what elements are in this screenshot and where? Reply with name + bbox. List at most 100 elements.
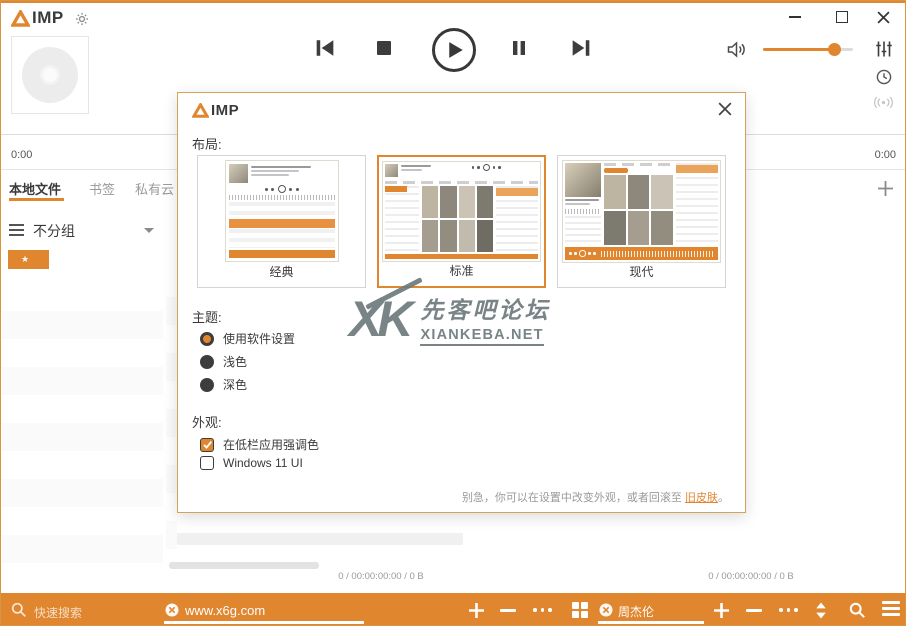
menu-hamburger-icon[interactable] — [882, 601, 900, 619]
dialog-aimp-logo: IMP — [192, 102, 239, 119]
playlist-status-right: 0 / 00:00:00:00 / 0 B — [671, 571, 831, 582]
dialog-footer-note: 别急，你可以在设置中改变外观，或者回滚至 旧皮肤。 — [462, 489, 729, 505]
chevron-down-icon[interactable] — [144, 228, 154, 233]
pause-button[interactable] — [511, 40, 527, 56]
checkbox-checked[interactable] — [200, 438, 214, 452]
minimize-button[interactable] — [781, 5, 809, 29]
plus-icon — [713, 602, 730, 619]
scheduler-clock-icon[interactable] — [876, 69, 892, 90]
layout-preview-modern — [562, 160, 721, 263]
group-menu-icon[interactable] — [9, 224, 24, 239]
previous-button[interactable] — [315, 39, 335, 57]
playlist-status-left: 0 / 00:00:00:00 / 0 B — [301, 571, 461, 582]
settings-gear-icon[interactable] — [75, 12, 89, 31]
layout-label: 标准 — [449, 262, 473, 279]
search-icon — [11, 602, 27, 623]
aimp-logo: IMP — [11, 8, 64, 28]
layout-label: 经典 — [269, 263, 293, 280]
tab-private-cloud[interactable]: 私有云 — [135, 179, 174, 198]
section-label-appearance: 外观: — [192, 412, 222, 431]
checkbox-unchecked[interactable] — [200, 456, 214, 470]
add-track-button[interactable] — [713, 602, 730, 624]
close-button[interactable] — [869, 5, 897, 29]
layout-preview-standard — [382, 161, 541, 262]
theme-option-light[interactable]: 浅色 — [200, 353, 247, 370]
time-total: 0:00 — [875, 149, 896, 161]
sort-updown-icon[interactable] — [815, 602, 827, 624]
radio-unselected[interactable] — [200, 355, 214, 369]
next-icon — [571, 39, 591, 57]
watermark: XK 先客吧论坛 XIANKEBA.NET — [349, 291, 550, 346]
next-button[interactable] — [571, 39, 591, 57]
playlist-tab-right-underline — [598, 621, 704, 624]
remove-playlist-button[interactable] — [500, 609, 516, 612]
aimp-logo-triangle-icon — [192, 103, 209, 118]
playlist-search-icon[interactable] — [849, 602, 866, 624]
dialog-logo-text: IMP — [211, 102, 239, 119]
stop-icon — [376, 40, 392, 56]
layout-option-standard[interactable]: 标准 — [377, 155, 546, 288]
volume-icon[interactable] — [726, 40, 748, 64]
add-playlist-button[interactable] — [468, 602, 485, 624]
aimp-logo-triangle-icon — [11, 10, 30, 27]
horizontal-scrollbar[interactable] — [177, 533, 463, 545]
layout-label: 现代 — [629, 263, 653, 280]
plus-icon — [468, 602, 485, 619]
add-button[interactable] — [877, 180, 894, 202]
aimp-logo-text: IMP — [32, 8, 64, 28]
section-label-layout: 布局: — [192, 134, 222, 153]
bottom-bar: 快速搜索 www.x6g.com 周杰伦 — [1, 593, 906, 626]
section-label-theme: 主题: — [192, 307, 222, 326]
more-options-icon[interactable] — [533, 608, 552, 612]
maximize-button[interactable] — [828, 5, 856, 29]
playlist-tab-left-underline — [164, 621, 364, 624]
radio-unselected[interactable] — [200, 378, 214, 392]
watermark-title: 先客吧论坛 — [420, 291, 550, 325]
group-selector[interactable]: 不分组 — [33, 221, 75, 241]
dialog-close-button[interactable] — [718, 102, 732, 121]
remove-track-button[interactable] — [746, 609, 762, 612]
stop-button[interactable] — [376, 40, 392, 56]
playlist-tab-right[interactable]: 周杰伦 — [618, 603, 654, 620]
watermark-site: XIANKEBA.NET — [420, 327, 543, 346]
playlist-more-icon[interactable] — [779, 608, 798, 612]
play-button[interactable] — [432, 28, 476, 72]
track-list-sliver — [166, 269, 177, 565]
theme-option-dark[interactable]: 深色 — [200, 376, 247, 393]
time-elapsed: 0:00 — [11, 149, 32, 161]
pause-icon — [511, 40, 527, 56]
layout-option-classic[interactable]: 经典 — [197, 155, 366, 288]
play-icon — [448, 41, 464, 59]
appearance-option-accent[interactable]: 在低栏应用强调色 — [200, 436, 319, 453]
tab-bookmarks[interactable]: 书签 — [89, 179, 115, 198]
window-accent-strip — [1, 1, 905, 3]
volume-thumb[interactable] — [828, 43, 841, 56]
old-skin-link[interactable]: 旧皮肤 — [685, 492, 718, 504]
radio-broadcast-icon[interactable] — [873, 96, 894, 114]
volume-fill — [763, 48, 834, 51]
plus-icon — [877, 180, 894, 197]
aimp-window: IMP 0:00 0:00 本地文件 书签 — [0, 0, 906, 626]
check-icon — [202, 439, 213, 450]
appearance-option-win11[interactable]: Windows 11 UI — [200, 456, 303, 470]
previous-icon — [315, 39, 335, 57]
playlist-tab-left[interactable]: www.x6g.com — [185, 603, 265, 618]
cd-icon — [22, 47, 78, 103]
watermark-logo: XK — [349, 294, 408, 344]
active-tab-underline — [9, 198, 64, 201]
theme-option-software[interactable]: 使用软件设置 — [200, 330, 295, 347]
equalizer-icon[interactable] — [875, 40, 893, 63]
tab-local-files[interactable]: 本地文件 — [9, 179, 61, 198]
scroll-thumb[interactable] — [169, 562, 319, 569]
playlist-tab-left-close-icon[interactable] — [165, 603, 179, 622]
starred-group-item[interactable]: ★ — [8, 250, 49, 269]
grid-view-icon[interactable] — [572, 602, 588, 618]
track-list[interactable] — [2, 283, 163, 575]
radio-selected[interactable] — [200, 332, 214, 346]
layout-option-modern[interactable]: 现代 — [557, 155, 726, 288]
layout-preview-classic — [225, 160, 339, 262]
playlist-tab-right-close-icon[interactable] — [599, 603, 613, 622]
album-art — [11, 36, 89, 114]
quick-search-input[interactable]: 快速搜索 — [34, 604, 82, 621]
star-icon: ★ — [21, 254, 29, 265]
